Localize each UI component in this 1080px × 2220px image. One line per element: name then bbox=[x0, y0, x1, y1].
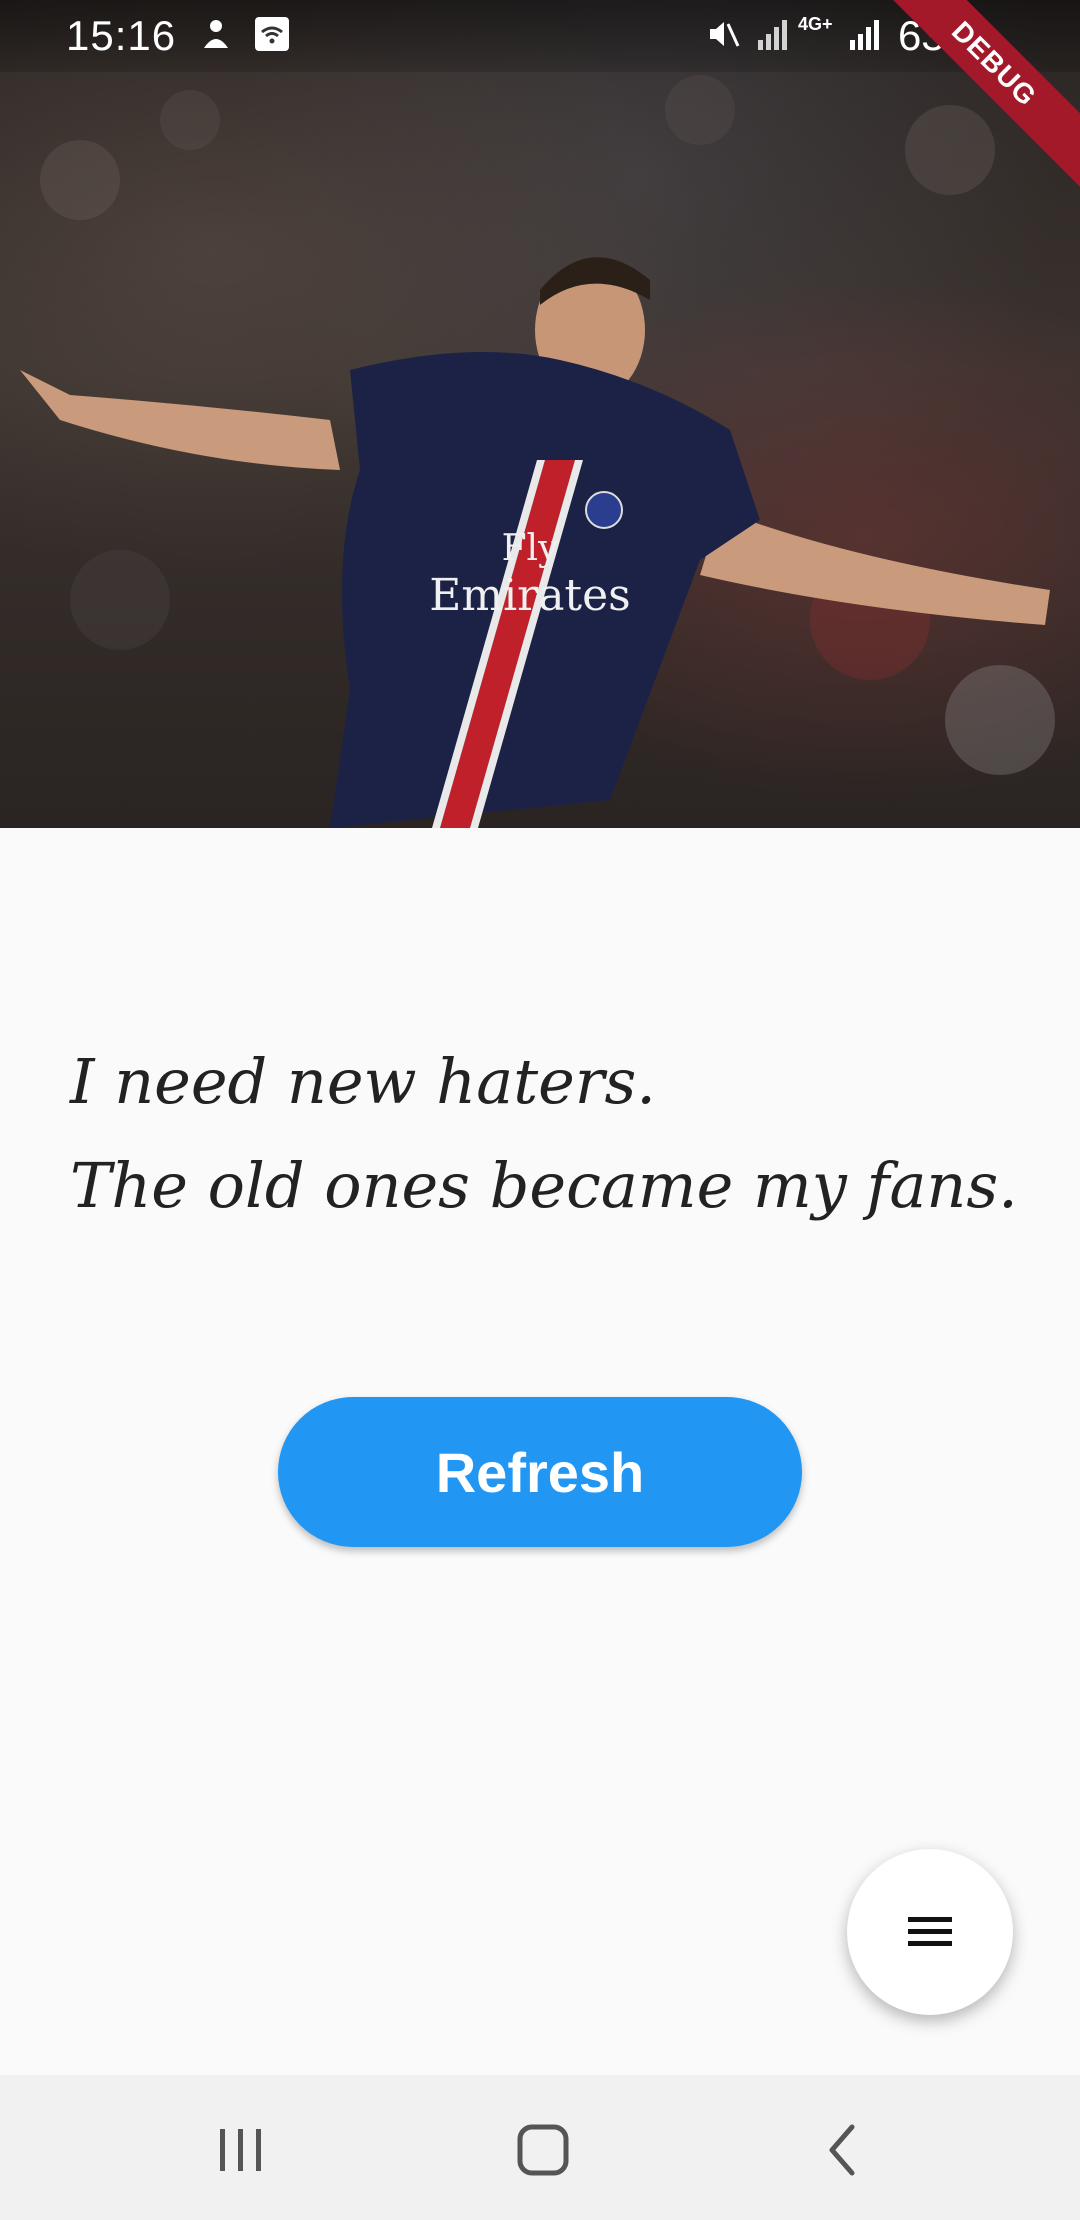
quote-text: I need new haters. The old ones became m… bbox=[70, 1030, 1030, 1238]
recents-icon[interactable] bbox=[206, 2115, 276, 2185]
network-type: 4G+ bbox=[798, 14, 833, 34]
quote-line-2: The old ones became my fans. bbox=[70, 1149, 1018, 1222]
home-icon[interactable] bbox=[508, 2115, 578, 2185]
player-illustration: Fly Emirates bbox=[20, 75, 1055, 828]
menu-icon bbox=[908, 1917, 952, 1946]
shirt-text-fly: Fly bbox=[502, 528, 559, 569]
shirt-text-emirates: Emirates bbox=[429, 570, 630, 621]
wifi-icon bbox=[255, 17, 289, 51]
mute-icon bbox=[710, 22, 740, 47]
navigation-bar bbox=[0, 2075, 1080, 2220]
hero-image: Fly Emirates bbox=[0, 0, 1080, 828]
quote-line-1: I need new haters. bbox=[70, 1045, 656, 1118]
status-time: 15:16 bbox=[66, 12, 177, 59]
signal-icon bbox=[850, 20, 879, 50]
user-icon bbox=[204, 20, 228, 48]
back-icon[interactable] bbox=[808, 2115, 878, 2185]
menu-fab-button[interactable] bbox=[847, 1849, 1013, 2015]
signal-icon bbox=[758, 20, 787, 50]
refresh-button[interactable]: Refresh bbox=[278, 1397, 802, 1547]
